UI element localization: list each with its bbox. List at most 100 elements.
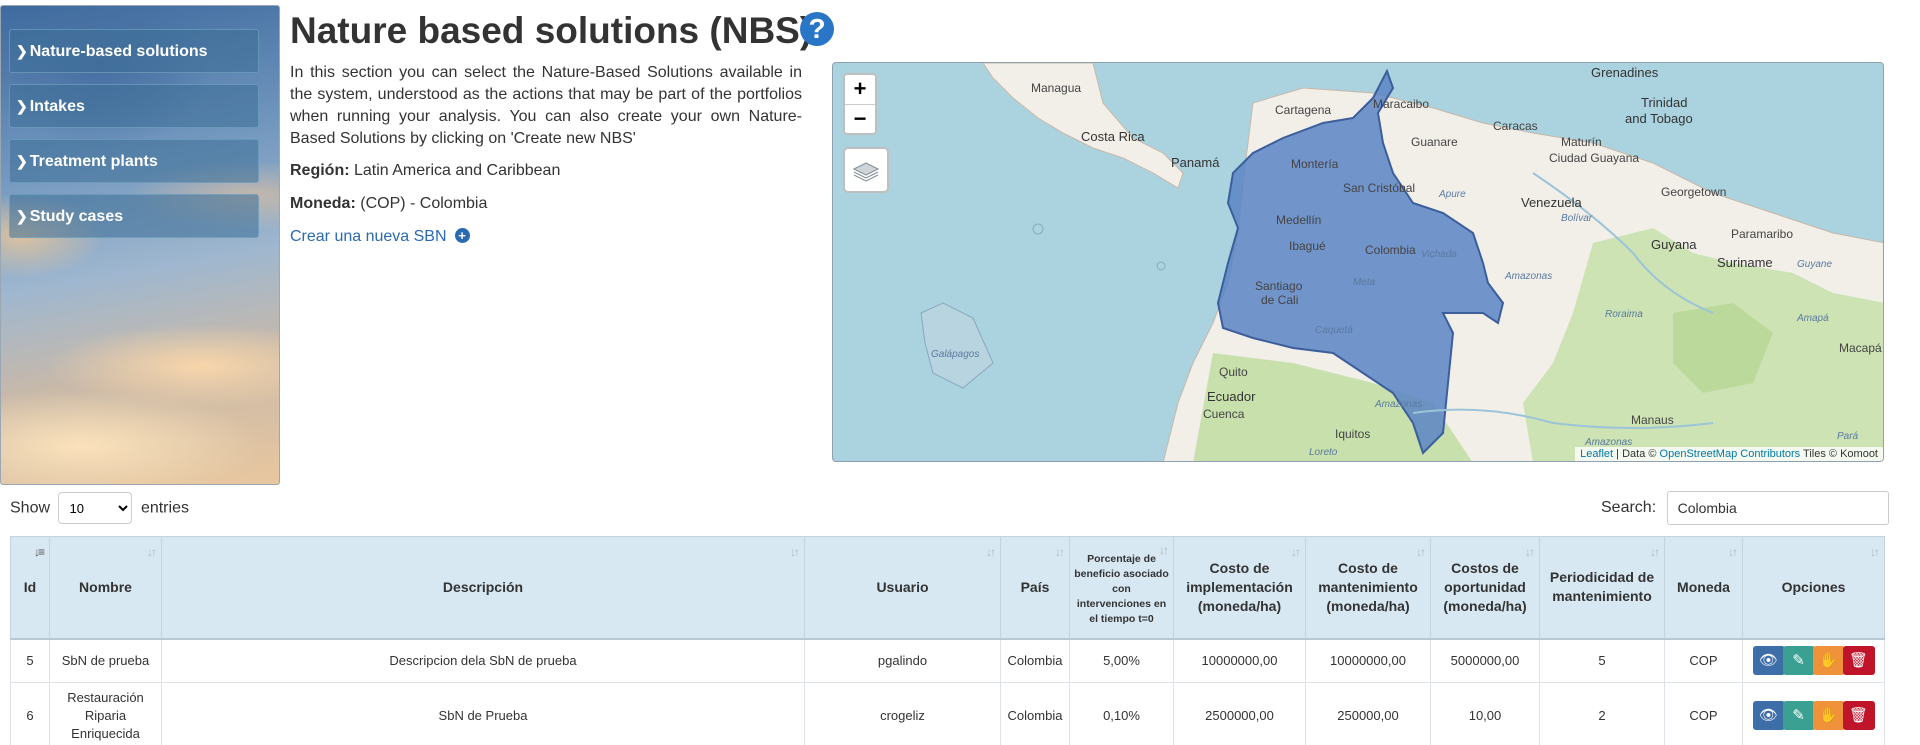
col-header-label: Costos de oportunidad (moneda/ha) xyxy=(1443,559,1527,614)
col-header-label: Usuario xyxy=(876,578,929,595)
map-label-manaus: Manaus xyxy=(1631,413,1674,427)
map-label-quito: Quito xyxy=(1219,365,1248,379)
sidebar-item-study-cases[interactable]: ❯ Study cases xyxy=(9,194,259,238)
cell-nombre: SbN de prueba xyxy=(49,638,162,683)
map-attribution: Leaflet | Data © OpenStreetMap Contribut… xyxy=(1575,447,1883,461)
col-header-id[interactable]: ↓≡ Id xyxy=(10,536,50,640)
map-label-amapa: Amapá xyxy=(1797,313,1829,324)
col-header-periodicidad[interactable]: ↓↑ Periodicidad de mantenimiento xyxy=(1539,536,1665,640)
sidebar-item-label: Nature-based solutions xyxy=(29,43,208,60)
map-label-apure: Apure xyxy=(1439,189,1466,200)
delete-button[interactable]: 🗑 xyxy=(1842,646,1875,676)
sidebar-item-label: Intakes xyxy=(29,98,85,115)
zoom-control: + − xyxy=(843,73,877,135)
layers-button[interactable] xyxy=(843,147,889,193)
cell-descripcion: SbN de Prueba xyxy=(161,682,805,745)
chevron-right-icon: ❯ xyxy=(16,208,28,224)
sort-icon: ↓↑ xyxy=(147,545,157,559)
show-label: Show xyxy=(10,499,51,517)
sort-icon: ↓↑ xyxy=(1291,545,1301,559)
attribution-data-prefix: | Data © xyxy=(1616,448,1657,460)
sort-icon: ↓↑ xyxy=(1870,545,1880,559)
map-label-ecuador: Ecuador xyxy=(1207,389,1256,404)
nbs-table: ↓≡ Id ↓↑ Nombre ↓↑ Descripción ↓↑ Usuario ↓↑… xyxy=(10,536,1885,745)
map-label-medellin: Medellín xyxy=(1276,213,1322,227)
map-label-paramaribo: Paramaribo xyxy=(1731,227,1794,241)
zoom-out-button[interactable]: − xyxy=(845,104,875,133)
currency-label: Moneda: xyxy=(290,195,356,212)
currency-info: Moneda: (COP) - Colombia xyxy=(290,195,487,213)
map-label-maturin: Maturín xyxy=(1561,135,1602,149)
map-label-amazonas-1: Amazonas xyxy=(1505,271,1553,282)
cell-moneda: COP xyxy=(1664,682,1743,745)
sort-icon: ↓↑ xyxy=(1416,545,1426,559)
col-header-label: País xyxy=(1020,578,1050,595)
region-label: Región: xyxy=(290,162,350,179)
map-label-amazonas-2: Amazonas xyxy=(1375,399,1423,410)
map-label-vichada: Vichada xyxy=(1421,249,1457,260)
help-icon[interactable]: ? xyxy=(800,12,834,46)
delete-button[interactable]: 🗑 xyxy=(1842,701,1875,730)
zoom-in-button[interactable]: + xyxy=(845,75,875,104)
map-label-meta: Meta xyxy=(1353,277,1376,288)
col-header-nombre[interactable]: ↓↑ Nombre xyxy=(49,536,162,640)
cell-opciones: 👁 ✎ ✋ 🗑 xyxy=(1742,638,1885,683)
create-nbs-link[interactable]: Crear una nueva SBN + xyxy=(290,228,470,246)
map-label-cartagena: Cartagena xyxy=(1275,103,1332,117)
col-header-descripcion[interactable]: ↓↑ Descripción xyxy=(161,536,805,640)
search-input[interactable] xyxy=(1666,491,1889,525)
table-search: Search: xyxy=(1601,491,1889,525)
sidebar-item-treatment-plants[interactable]: ❯ Treatment plants xyxy=(9,139,259,183)
cell-nombre: Restauración Riparia Enriquecida xyxy=(49,682,162,745)
cell-costo-implementacion: 10000000,00 xyxy=(1173,638,1306,683)
col-header-label: Periodicidad de mantenimiento xyxy=(1549,569,1655,605)
col-header-label: Costo de mantenimiento (moneda/ha) xyxy=(1318,559,1418,614)
map-label-suriname: Suriname xyxy=(1717,255,1773,270)
sort-icon: ↓↑ xyxy=(1159,543,1169,557)
cell-periodicidad: 2 xyxy=(1539,682,1665,745)
cell-usuario: pgalindo xyxy=(804,638,1001,683)
col-header-usuario[interactable]: ↓↑ Usuario xyxy=(804,536,1001,640)
sidebar: ❯ Nature-based solutions ❯ Intakes ❯ Treatm… xyxy=(0,5,280,485)
col-header-costo-mantenimiento[interactable]: ↓↑ Costo de mantenimiento (moneda/ha) xyxy=(1305,536,1431,640)
map-label-santiago: Santiago xyxy=(1255,279,1303,293)
sort-icon: ↓↑ xyxy=(790,545,800,559)
col-header-pais[interactable]: ↓↑ País xyxy=(1000,536,1070,640)
edit-button[interactable]: ✎ xyxy=(1782,701,1815,730)
clone-button[interactable]: ✋ xyxy=(1812,646,1845,676)
cell-costos-oportunidad: 5000000,00 xyxy=(1430,638,1540,683)
edit-button[interactable]: ✎ xyxy=(1782,646,1815,676)
sidebar-item-nature-based-solutions[interactable]: ❯ Nature-based solutions xyxy=(9,29,259,73)
page-description: In this section you can select the Natur… xyxy=(290,64,802,147)
layers-icon xyxy=(852,162,880,182)
view-button[interactable]: 👁 xyxy=(1752,701,1785,730)
map[interactable]: Managua Grenadines Cartagena Maracaibo T… xyxy=(832,62,1884,462)
map-label-iquitos: Iquitos xyxy=(1335,427,1371,441)
view-button[interactable]: 👁 xyxy=(1752,646,1785,676)
col-header-opciones[interactable]: ↓↑ Opciones xyxy=(1742,536,1885,640)
sort-icon: ↓↑ xyxy=(1055,545,1065,559)
osm-link[interactable]: OpenStreetMap Contributors xyxy=(1660,448,1801,460)
chevron-right-icon: ❯ xyxy=(16,43,28,59)
col-header-porcentaje[interactable]: ↓↑ Porcentaje de beneficio asociado con i… xyxy=(1069,536,1174,640)
col-header-costos-oportunidad[interactable]: ↓↑ Costos de oportunidad (moneda/ha) xyxy=(1430,536,1540,640)
col-header-label: Opciones xyxy=(1781,578,1846,595)
col-header-moneda[interactable]: ↓↑ Moneda xyxy=(1664,536,1743,640)
map-label-guyane: Guyane xyxy=(1797,259,1833,270)
table-row: 6 Restauración Riparia Enriquecida SbN d… xyxy=(10,682,1885,745)
cell-costo-implementacion: 2500000,00 xyxy=(1173,682,1306,745)
entries-label: entries xyxy=(140,499,189,517)
map-label-venezuela: Venezuela xyxy=(1521,195,1582,210)
map-label-de-cali: de Cali xyxy=(1261,293,1299,307)
attribution-tiles: Tiles © Komoot xyxy=(1803,448,1878,460)
sidebar-item-intakes[interactable]: ❯ Intakes xyxy=(9,84,259,128)
page-size-select[interactable]: 10 xyxy=(58,492,133,524)
eye-icon: 👁 xyxy=(1758,707,1779,724)
col-header-costo-implementacion[interactable]: ↓↑ Costo de implementación (moneda/ha) xyxy=(1173,536,1306,640)
cell-porcentaje: 0,10% xyxy=(1069,682,1174,745)
chevron-right-icon: ❯ xyxy=(16,98,28,114)
leaflet-link[interactable]: Leaflet xyxy=(1580,448,1613,460)
map-label-ciudad-guayana: Ciudad Guayana xyxy=(1549,151,1640,165)
show-entries-control: Show 10 entries xyxy=(10,492,189,524)
clone-button[interactable]: ✋ xyxy=(1812,701,1845,730)
